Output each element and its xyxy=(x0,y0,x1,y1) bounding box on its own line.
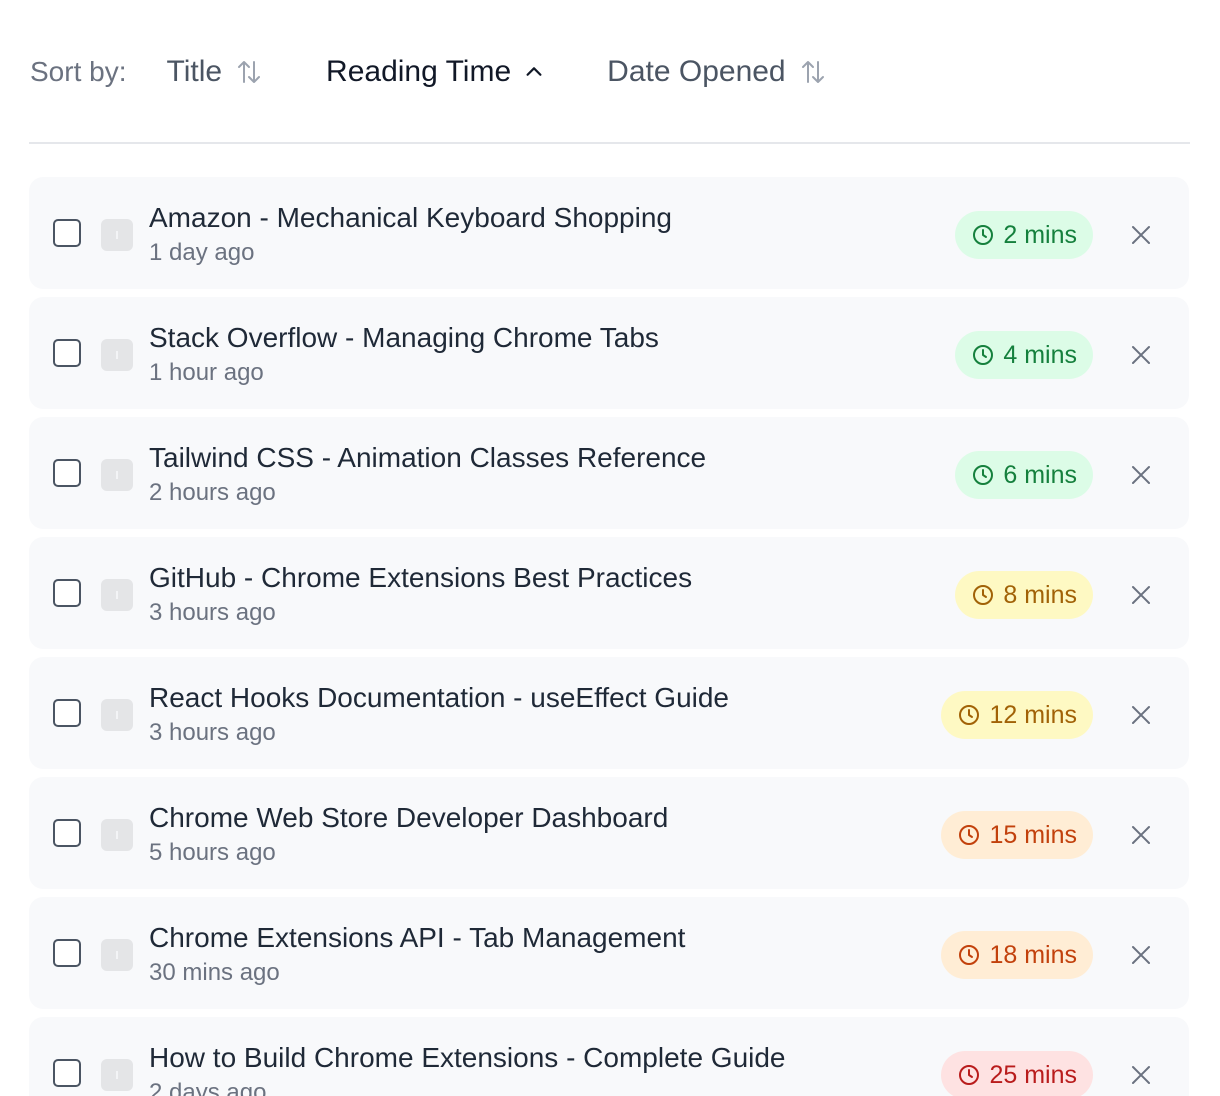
tab-opened-time: 3 hours ago xyxy=(149,599,276,626)
clock-icon xyxy=(959,945,980,965)
close-icon[interactable] xyxy=(1129,343,1153,367)
reading-time-badge: 12 mins xyxy=(941,691,1093,739)
tab-row[interactable]: React Hooks Documentation - useEffect Gu… xyxy=(29,657,1189,769)
clock-icon xyxy=(959,1065,980,1085)
clock-icon xyxy=(959,825,980,845)
tab-row[interactable]: Chrome Extensions API - Tab Management 3… xyxy=(29,897,1189,1009)
close-icon[interactable] xyxy=(1129,583,1153,607)
tab-row[interactable]: Chrome Web Store Developer Dashboard 5 h… xyxy=(29,777,1189,889)
close-icon[interactable] xyxy=(1129,463,1153,487)
tab-title[interactable]: Stack Overflow - Managing Chrome Tabs xyxy=(149,322,659,354)
favicon-icon xyxy=(101,579,133,611)
tab-checkbox[interactable] xyxy=(53,339,81,367)
reading-time-badge: 4 mins xyxy=(955,331,1093,379)
favicon-icon xyxy=(101,459,133,491)
reading-time-badge: 2 mins xyxy=(955,211,1093,259)
tab-checkbox[interactable] xyxy=(53,219,81,247)
tab-checkbox[interactable] xyxy=(53,819,81,847)
reading-time-label: 6 mins xyxy=(1003,460,1077,489)
close-icon[interactable] xyxy=(1129,703,1153,727)
tab-row[interactable]: How to Build Chrome Extensions - Complet… xyxy=(29,1017,1189,1096)
tab-opened-time: 1 day ago xyxy=(149,239,255,266)
tab-title[interactable]: Amazon - Mechanical Keyboard Shopping xyxy=(149,202,672,234)
tab-row[interactable]: Amazon - Mechanical Keyboard Shopping 1 … xyxy=(29,177,1189,289)
close-icon[interactable] xyxy=(1129,823,1153,847)
favicon-icon xyxy=(101,699,133,731)
clock-icon xyxy=(959,705,980,725)
reading-time-label: 15 mins xyxy=(989,820,1077,849)
clock-icon xyxy=(973,465,994,485)
favicon-icon xyxy=(101,819,133,851)
reading-time-badge: 8 mins xyxy=(955,571,1093,619)
tab-opened-time: 3 hours ago xyxy=(149,719,276,746)
tab-title[interactable]: Tailwind CSS - Animation Classes Referen… xyxy=(149,442,706,474)
tab-opened-time: 5 hours ago xyxy=(149,839,276,866)
tab-opened-time: 30 mins ago xyxy=(149,959,280,986)
tab-title[interactable]: How to Build Chrome Extensions - Complet… xyxy=(149,1042,786,1074)
reading-time-label: 18 mins xyxy=(989,940,1077,969)
tab-opened-time: 2 days ago xyxy=(149,1079,267,1096)
tab-title[interactable]: Chrome Web Store Developer Dashboard xyxy=(149,802,668,834)
sort-by-date-opened-button[interactable]: Date Opened xyxy=(607,55,827,89)
tab-list: Amazon - Mechanical Keyboard Shopping 1 … xyxy=(29,177,1189,1096)
reading-time-badge: 6 mins xyxy=(955,451,1093,499)
reading-time-badge: 25 mins xyxy=(941,1051,1093,1096)
sort-arrows-icon xyxy=(234,57,264,87)
clock-icon xyxy=(973,345,994,365)
sort-by-label: Sort by: xyxy=(30,56,127,87)
favicon-icon xyxy=(101,339,133,371)
reading-time-label: 4 mins xyxy=(1003,340,1077,369)
tab-title[interactable]: GitHub - Chrome Extensions Best Practice… xyxy=(149,562,692,594)
clock-icon xyxy=(973,585,994,605)
sort-option-label: Title xyxy=(166,55,223,88)
divider xyxy=(29,142,1190,144)
tab-checkbox[interactable] xyxy=(53,939,81,967)
tab-checkbox[interactable] xyxy=(53,459,81,487)
reading-time-badge: 15 mins xyxy=(941,811,1093,859)
tab-checkbox[interactable] xyxy=(53,1059,81,1087)
close-icon[interactable] xyxy=(1129,943,1153,967)
favicon-icon xyxy=(101,939,133,971)
reading-time-label: 8 mins xyxy=(1003,580,1077,609)
close-icon[interactable] xyxy=(1129,223,1153,247)
reading-time-label: 12 mins xyxy=(989,700,1077,729)
tab-title[interactable]: Chrome Extensions API - Tab Management xyxy=(149,922,685,954)
reading-time-badge: 18 mins xyxy=(941,931,1093,979)
tab-opened-time: 1 hour ago xyxy=(149,359,264,386)
sort-by-title-button[interactable]: Title xyxy=(166,55,264,89)
tab-row[interactable]: GitHub - Chrome Extensions Best Practice… xyxy=(29,537,1189,649)
sort-arrows-icon xyxy=(798,57,828,87)
tab-checkbox[interactable] xyxy=(53,579,81,607)
tab-checkbox[interactable] xyxy=(53,699,81,727)
sort-by-reading-time-button[interactable]: Reading Time xyxy=(326,55,545,89)
tab-opened-time: 2 hours ago xyxy=(149,479,276,506)
reading-time-label: 25 mins xyxy=(989,1060,1077,1089)
favicon-icon xyxy=(101,219,133,251)
favicon-icon xyxy=(101,1059,133,1091)
tab-list-page: Sort by: Title Reading Time Date Opened xyxy=(0,0,1220,1096)
chevron-up-icon xyxy=(523,61,545,83)
tab-title[interactable]: React Hooks Documentation - useEffect Gu… xyxy=(149,682,729,714)
clock-icon xyxy=(973,225,994,245)
reading-time-label: 2 mins xyxy=(1003,220,1077,249)
close-icon[interactable] xyxy=(1129,1063,1153,1087)
sort-option-label: Date Opened xyxy=(607,55,786,88)
tab-row[interactable]: Tailwind CSS - Animation Classes Referen… xyxy=(29,417,1189,529)
sort-option-label: Reading Time xyxy=(326,55,512,88)
sort-bar: Sort by: Title Reading Time Date Opened xyxy=(30,40,890,104)
tab-row[interactable]: Stack Overflow - Managing Chrome Tabs 1 … xyxy=(29,297,1189,409)
